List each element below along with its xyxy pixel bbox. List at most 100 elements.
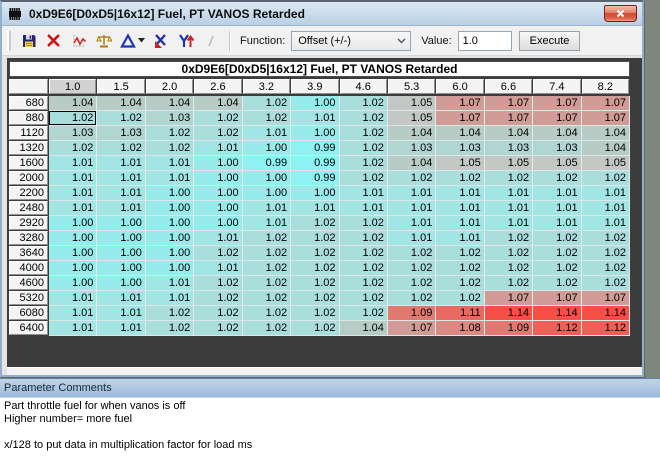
table-cell[interactable]: 1.02 xyxy=(388,171,436,186)
table-cell[interactable]: 1.00 xyxy=(146,216,194,231)
table-cell[interactable]: 1.02 xyxy=(533,246,581,261)
table-cell[interactable]: 1.02 xyxy=(194,111,242,126)
row-header[interactable]: 5320 xyxy=(9,291,48,305)
table-cell[interactable]: 1.04 xyxy=(340,321,388,336)
column-header[interactable]: 6.0 xyxy=(436,79,483,94)
table-cell[interactable]: 0.99 xyxy=(243,156,291,171)
table-cell[interactable]: 1.01 xyxy=(97,306,145,321)
column-header[interactable]: 8.2 xyxy=(582,79,629,94)
edit-y-axis-button[interactable] xyxy=(174,29,197,52)
delta-axis-button[interactable] xyxy=(117,29,147,52)
table-cell[interactable]: 1.03 xyxy=(146,111,194,126)
table-cell[interactable]: 1.01 xyxy=(49,201,97,216)
table-cell[interactable]: 1.04 xyxy=(436,126,484,141)
table-cell[interactable]: 1.07 xyxy=(436,111,484,126)
table-cell[interactable]: 1.01 xyxy=(49,321,97,336)
table-cell[interactable]: 1.00 xyxy=(97,231,145,246)
table-cell[interactable]: 1.02 xyxy=(340,156,388,171)
table-cell[interactable]: 1.01 xyxy=(436,201,484,216)
horizontal-scrollbar-track[interactable] xyxy=(7,367,642,375)
table-cell[interactable]: 1.02 xyxy=(485,276,533,291)
table-cell[interactable]: 1.07 xyxy=(533,111,581,126)
table-cell[interactable]: 1.01 xyxy=(146,276,194,291)
table-cell[interactable]: 1.01 xyxy=(485,201,533,216)
table-cell[interactable]: 0.99 xyxy=(291,156,339,171)
table-cell[interactable]: 1.07 xyxy=(485,96,533,111)
table-cell[interactable]: 1.01 xyxy=(533,186,581,201)
table-cell[interactable]: 1.02 xyxy=(340,111,388,126)
table-cell[interactable]: 1.02 xyxy=(243,111,291,126)
table-cell[interactable]: 1.00 xyxy=(194,201,242,216)
table-cell[interactable]: 1.01 xyxy=(436,231,484,246)
table-cell[interactable]: 0.99 xyxy=(291,141,339,156)
table-cell[interactable]: 1.02 xyxy=(291,216,339,231)
table-cell[interactable]: 1.02 xyxy=(49,141,97,156)
table-cell[interactable]: 1.02 xyxy=(436,171,484,186)
table-cell[interactable]: 1.02 xyxy=(340,231,388,246)
table-cell[interactable]: 1.00 xyxy=(49,246,97,261)
table-cell[interactable]: 1.03 xyxy=(97,126,145,141)
table-cell[interactable]: 1.00 xyxy=(243,171,291,186)
table-cell[interactable]: 1.01 xyxy=(146,171,194,186)
table-cell[interactable]: 1.05 xyxy=(533,156,581,171)
table-cell[interactable]: 1.02 xyxy=(291,291,339,306)
table-cell[interactable]: 1.11 xyxy=(436,306,484,321)
table-cell[interactable]: 1.02 xyxy=(340,276,388,291)
table-cell[interactable]: 1.04 xyxy=(97,96,145,111)
table-cell[interactable]: 1.01 xyxy=(485,216,533,231)
table-cell[interactable]: 1.00 xyxy=(146,186,194,201)
table-cell[interactable]: 1.02 xyxy=(485,171,533,186)
table-cell[interactable]: 1.09 xyxy=(485,321,533,336)
table-cell[interactable]: 1.01 xyxy=(97,321,145,336)
row-header[interactable]: 6080 xyxy=(9,306,48,320)
table-cell[interactable]: 1.02 xyxy=(340,126,388,141)
table-cell[interactable]: 1.02 xyxy=(146,306,194,321)
table-cell[interactable]: 1.02 xyxy=(582,246,630,261)
table-cell[interactable]: 1.01 xyxy=(436,186,484,201)
table-cell[interactable]: 1.04 xyxy=(533,126,581,141)
table-cell[interactable]: 1.01 xyxy=(582,186,630,201)
table-cell[interactable]: 1.02 xyxy=(243,321,291,336)
comments-text-area[interactable]: Part throttle fuel for when vanos is off… xyxy=(0,398,660,456)
table-cell[interactable]: 1.02 xyxy=(243,261,291,276)
table-cell[interactable]: 1.02 xyxy=(291,276,339,291)
table-cell[interactable]: 1.02 xyxy=(291,306,339,321)
table-cell[interactable]: 1.02 xyxy=(340,306,388,321)
table-cell[interactable]: 1.02 xyxy=(436,291,484,306)
table-cell[interactable]: 1.02 xyxy=(340,96,388,111)
table-cell[interactable]: 1.04 xyxy=(485,126,533,141)
table-cell[interactable]: 1.00 xyxy=(291,96,339,111)
table-cell[interactable]: 1.05 xyxy=(582,156,630,171)
table-cell[interactable]: 1.02 xyxy=(194,276,242,291)
table-cell[interactable]: 1.14 xyxy=(533,306,581,321)
table-cell[interactable]: 1.02 xyxy=(291,261,339,276)
table-cell[interactable]: 1.01 xyxy=(340,186,388,201)
table-cell[interactable]: 1.03 xyxy=(49,126,97,141)
table-cell[interactable]: 1.02 xyxy=(97,111,145,126)
table-cell[interactable]: 1.00 xyxy=(146,201,194,216)
table-cell[interactable]: 1.01 xyxy=(243,216,291,231)
table-cell[interactable]: 1.00 xyxy=(49,231,97,246)
table-cell[interactable]: 1.02 xyxy=(340,171,388,186)
table-cell[interactable]: 0.99 xyxy=(291,171,339,186)
table-cell[interactable]: 1.01 xyxy=(388,201,436,216)
table-cell[interactable]: 1.00 xyxy=(291,186,339,201)
table-cell[interactable]: 1.04 xyxy=(49,96,97,111)
table-cell[interactable]: 1.02 xyxy=(485,246,533,261)
table-cell[interactable]: 1.12 xyxy=(533,321,581,336)
table-cell[interactable]: 1.00 xyxy=(146,246,194,261)
column-header[interactable]: 6.6 xyxy=(485,79,532,94)
toolbar-grip-handle[interactable] xyxy=(7,31,11,51)
row-header[interactable]: 680 xyxy=(9,96,48,110)
row-header[interactable]: 4000 xyxy=(9,261,48,275)
table-cell[interactable]: 1.02 xyxy=(388,246,436,261)
table-cell[interactable]: 1.04 xyxy=(582,126,630,141)
table-cell[interactable]: 1.01 xyxy=(146,156,194,171)
table-cell[interactable]: 1.01 xyxy=(97,201,145,216)
row-header[interactable]: 3280 xyxy=(9,231,48,245)
table-cell[interactable]: 1.01 xyxy=(388,231,436,246)
table-cell[interactable]: 1.02 xyxy=(533,276,581,291)
table-cell[interactable]: 1.02 xyxy=(243,96,291,111)
table-cell[interactable]: 1.02 xyxy=(340,216,388,231)
delete-button[interactable] xyxy=(42,29,65,52)
